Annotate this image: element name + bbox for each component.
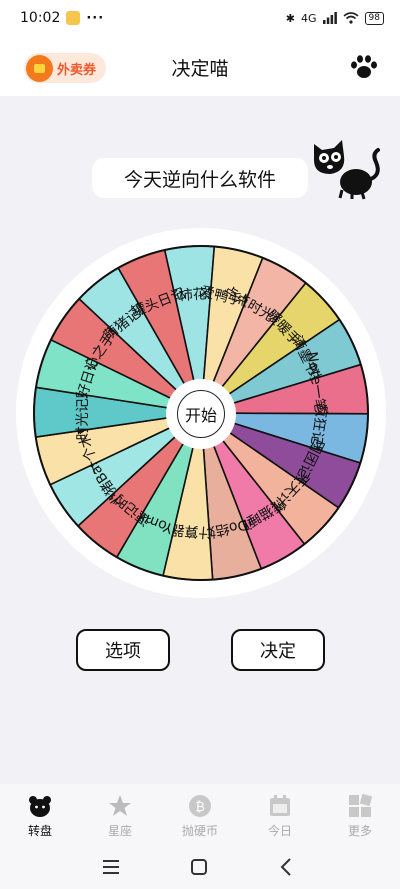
app-screen: 10:02 ··· ✱ 4G 98 外卖券 决定喵 今天逆向什么软件 好柿花生 … [0,0,400,889]
bear-icon [29,796,51,817]
svg-text:₿: ₿ [195,800,205,815]
tab-today[interactable]: 今日 [240,784,320,844]
system-nav-bar [0,844,400,889]
menu-icon[interactable] [100,856,122,878]
back-icon[interactable] [276,856,298,878]
wifi-icon [343,12,359,24]
tab-label: 更多 [347,824,372,838]
coin-icon: ₿ [189,795,211,817]
tab-label: 今日 [267,824,292,838]
grid-icon [349,794,372,817]
question-label[interactable]: 今天逆向什么软件 [92,158,308,198]
tab-label: 转盘 [27,824,52,838]
notification-app-icon [66,11,81,25]
battery-icon: 98 [364,11,384,25]
tab-horoscope[interactable]: 星座 [80,784,160,844]
star-icon [109,795,131,816]
start-label: 开始 [177,390,225,438]
tab-label: 抛硬币 [181,824,218,838]
takeout-coupon-button[interactable]: 外卖券 [24,53,107,83]
status-time: 10:02 [20,10,61,26]
wheel-segment-label: 计算器 [170,521,213,540]
bluetooth-icon: ✱ [285,11,296,25]
status-more: ··· [86,10,105,26]
decide-button[interactable]: 决定 [231,629,325,671]
tab-coin-flip[interactable]: ₿ 抛硬币 [160,784,240,844]
tab-wheel[interactable]: 转盘 [0,784,80,844]
tab-more[interactable]: 更多 [320,784,400,844]
coupon-icon [26,54,53,82]
signal-icon [322,12,337,24]
calendar-icon [270,795,290,816]
network-type: 4G [301,11,317,25]
options-button[interactable]: 选项 [76,629,170,671]
app-header: 外卖券 决定喵 [0,36,400,96]
bottom-tab-bar: 转盘 星座 ₿ 抛硬币 今日 更多 [0,784,400,844]
tab-label: 星座 [107,824,132,838]
paw-icon[interactable] [350,54,378,80]
status-bar: 10:02 ··· ✱ 4G 98 [0,0,400,36]
coupon-label: 外卖券 [57,62,97,78]
home-icon[interactable] [188,856,210,878]
start-spin-button[interactable]: 开始 [166,379,236,449]
cat-mascot-icon [314,140,380,200]
